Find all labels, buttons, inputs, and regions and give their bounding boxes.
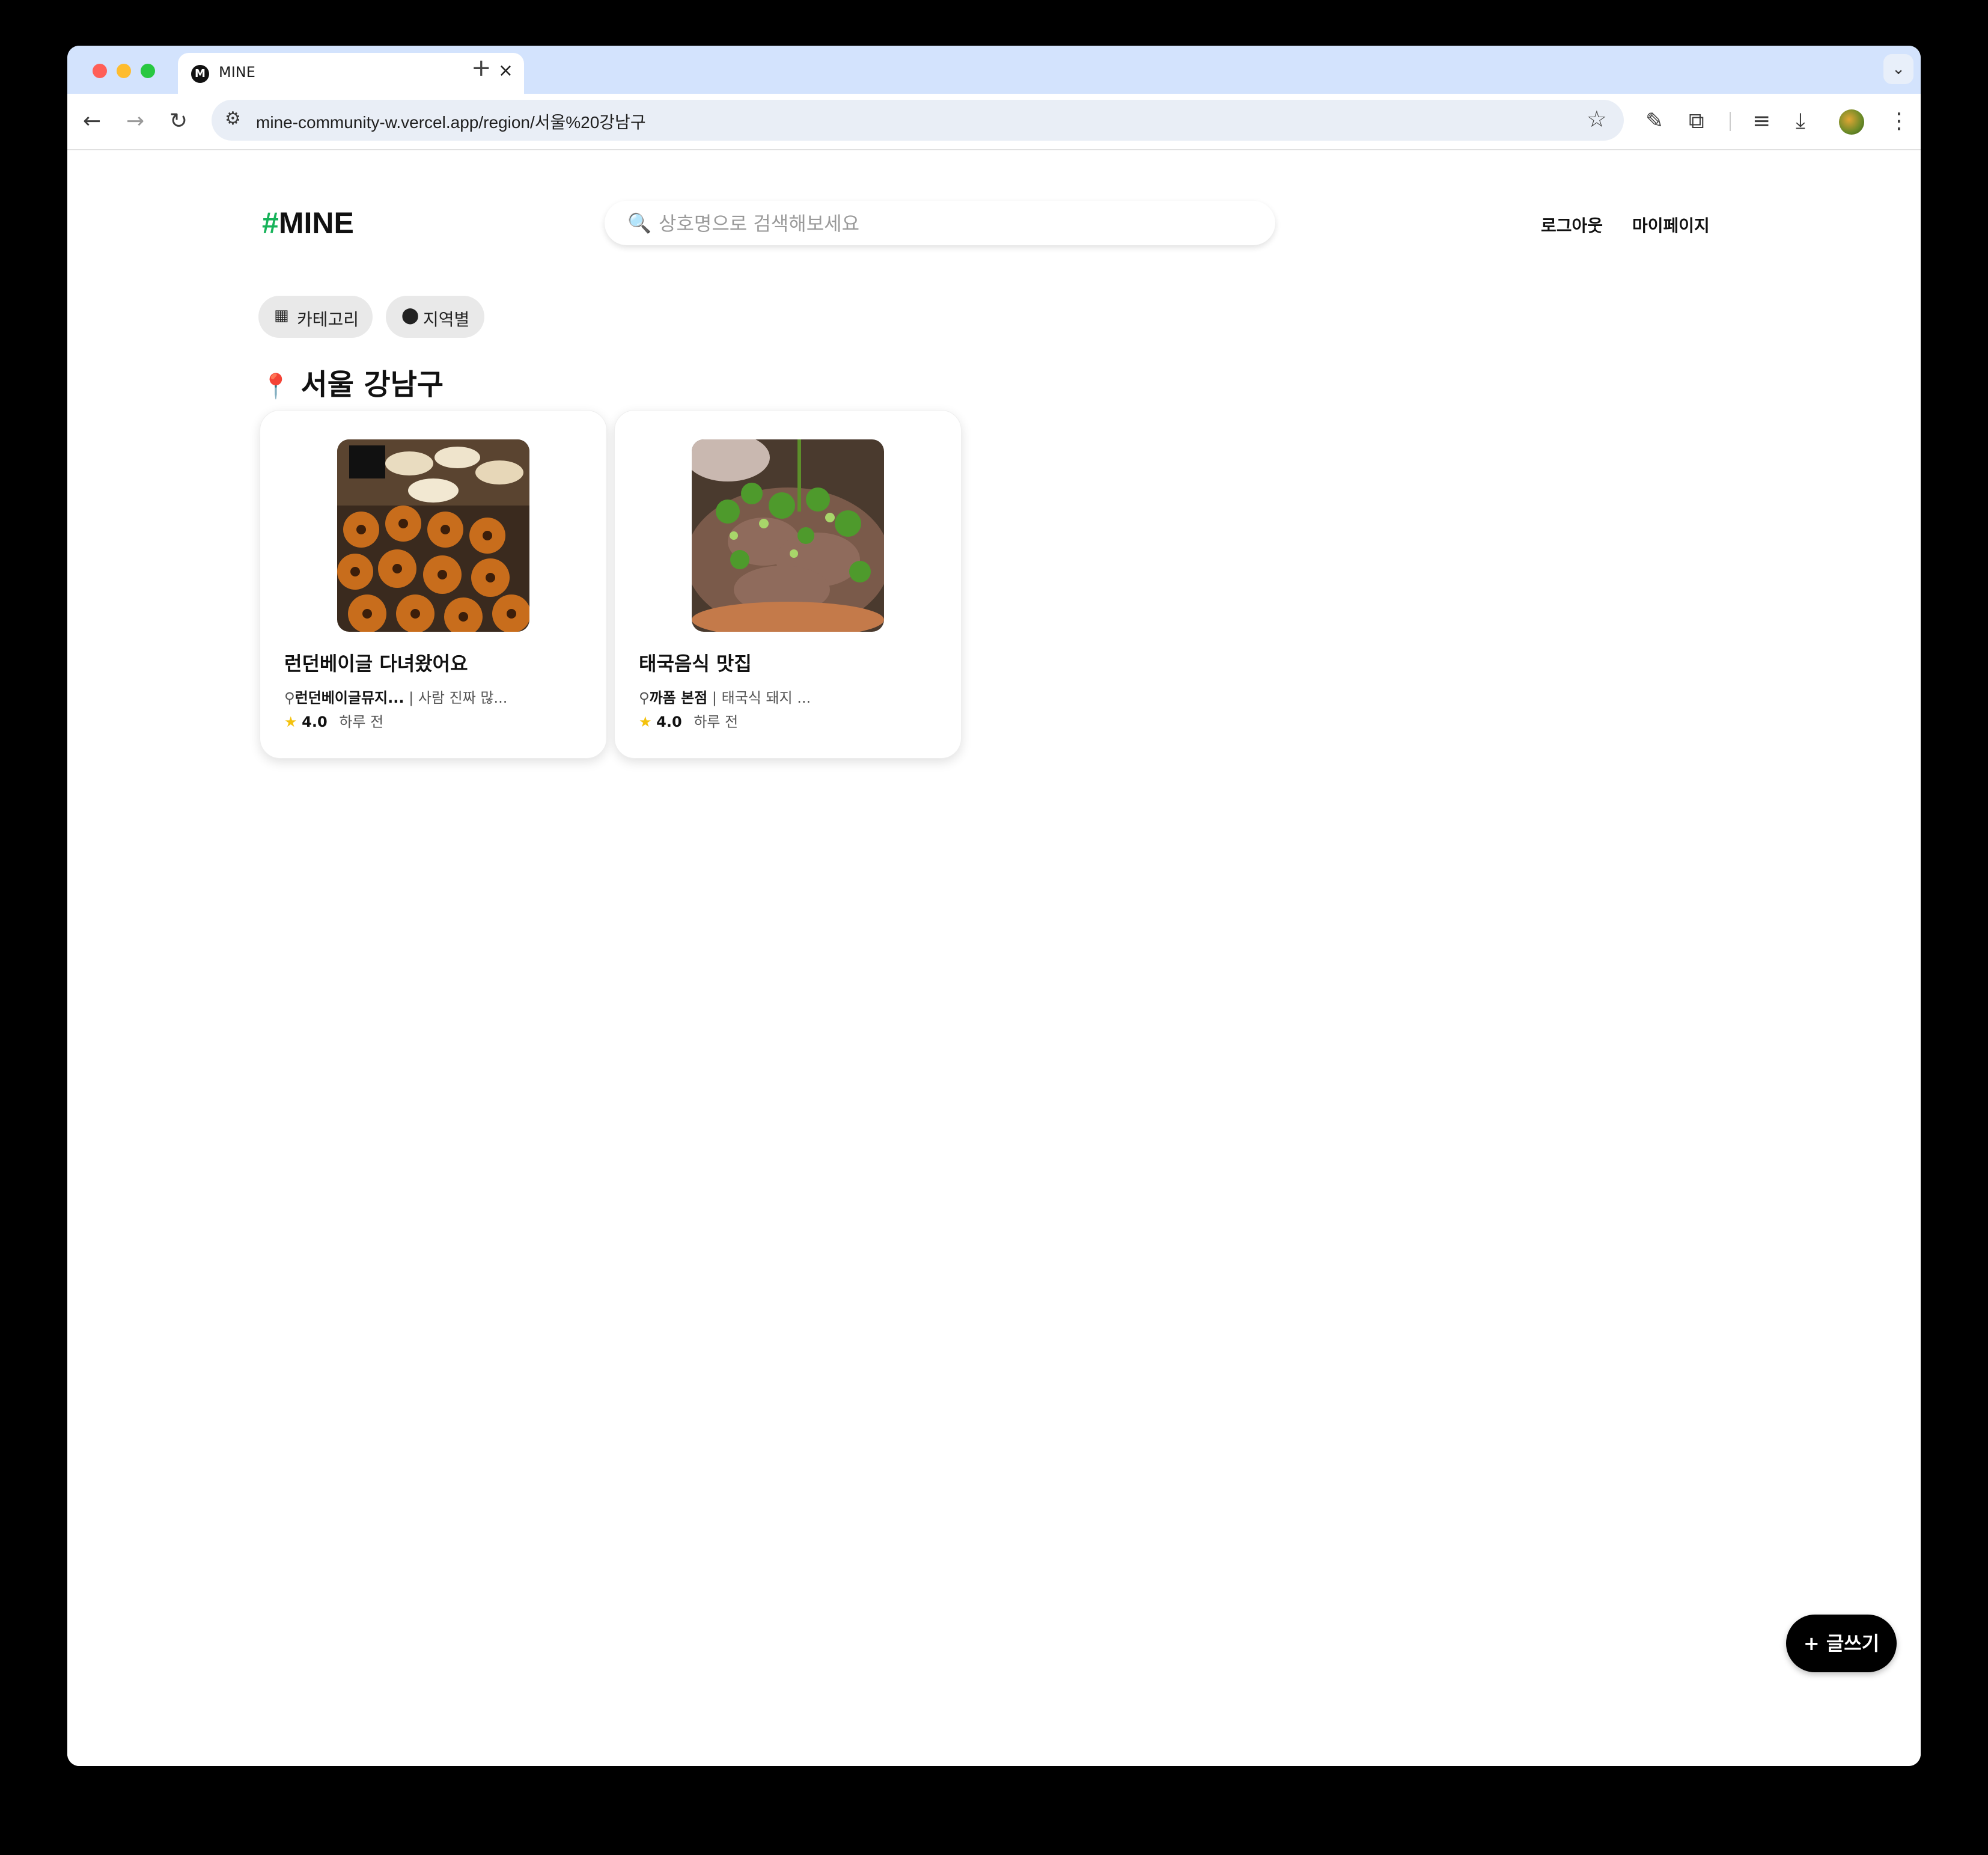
tab-title: MINE xyxy=(219,64,255,81)
star-icon: ★ xyxy=(284,714,297,730)
region-filter-chip[interactable]: ⬤ 지역별 xyxy=(386,296,484,338)
bookmark-star-icon[interactable]: ☆ xyxy=(1587,106,1607,132)
extensions-icon[interactable]: ⧉ xyxy=(1689,107,1704,136)
post-rating-row: ★ 4.0 하루 전 xyxy=(639,710,738,731)
post-meta: ⚲런던베이글뮤지... | 사람 진짜 많... xyxy=(284,686,507,707)
logout-link[interactable]: 로그아웃 xyxy=(1541,213,1603,237)
page-content: #MINE 🔍 로그아웃 마이페이지 ▦ 카테고리 ⬤ 지역별 📍 서울 강남구 xyxy=(67,150,1921,1766)
profile-avatar[interactable] xyxy=(1839,109,1864,135)
post-place: 런던베이글뮤지... xyxy=(294,689,404,706)
location-pin-icon: ⬤ xyxy=(401,307,419,325)
post-title[interactable]: 태국음식 맛집 xyxy=(639,649,752,676)
eyedropper-icon[interactable]: ✎ xyxy=(1645,107,1663,136)
page-title: 📍 서울 강남구 xyxy=(261,361,444,403)
post-snippet: | 사람 진짜 많... xyxy=(409,689,508,706)
red-pin-icon: 📍 xyxy=(261,373,291,400)
post-time: 하루 전 xyxy=(694,714,739,730)
back-icon[interactable]: ← xyxy=(83,107,101,136)
post-place: 까폼 본점 xyxy=(649,689,708,706)
post-rating: 4.0 xyxy=(656,714,682,730)
location-pin-icon: ⚲ xyxy=(639,689,650,706)
category-filter-chip[interactable]: ▦ 카테고리 xyxy=(258,296,373,338)
post-card[interactable]: 태국음식 맛집 ⚲까폼 본점 | 태국식 돼지 ... ★ 4.0 하루 전 xyxy=(614,410,962,759)
site-settings-icon[interactable]: ⚙ xyxy=(225,108,241,129)
search-bar[interactable]: 🔍 xyxy=(605,201,1275,245)
close-window-button[interactable] xyxy=(93,64,107,78)
logo-hash: # xyxy=(262,206,279,240)
post-image-bagels[interactable] xyxy=(337,439,529,632)
more-menu-icon[interactable]: ⋮ xyxy=(1888,107,1910,136)
post-card[interactable]: 런던베이글 다녀왔어요 ⚲런던베이글뮤지... | 사람 진짜 많... ★ 4… xyxy=(260,410,607,759)
write-post-button[interactable]: + 글쓰기 xyxy=(1786,1615,1897,1672)
logo-text: MINE xyxy=(278,206,354,240)
post-image-thai-food[interactable] xyxy=(692,439,884,632)
toolbar-divider xyxy=(1730,112,1731,131)
post-title[interactable]: 런던베이글 다녀왔어요 xyxy=(284,649,468,676)
search-icon: 🔍 xyxy=(627,212,651,234)
url-text[interactable]: mine-community-w.vercel.app/region/서울%20… xyxy=(256,109,646,133)
browser-toolbar: ← → ↻ ⚙ mine-community-w.vercel.app/regi… xyxy=(67,94,1921,150)
post-time: 하루 전 xyxy=(339,714,384,730)
download-icon[interactable]: ⤓ xyxy=(1796,107,1805,136)
tab-search-chevron-icon[interactable]: ⌄ xyxy=(1883,54,1913,84)
browser-window: M MINE × + ⌄ ← → ↻ ⚙ mine-community-w.ve… xyxy=(67,46,1921,1766)
post-snippet: | 태국식 돼지 ... xyxy=(712,689,811,706)
minimize-window-button[interactable] xyxy=(117,64,131,78)
post-meta: ⚲까폼 본점 | 태국식 돼지 ... xyxy=(639,686,811,707)
new-tab-icon[interactable]: + xyxy=(471,54,492,82)
post-rating: 4.0 xyxy=(302,714,328,730)
address-bar[interactable]: ⚙ mine-community-w.vercel.app/region/서울%… xyxy=(212,100,1624,141)
tab-strip: M MINE × + ⌄ xyxy=(67,46,1921,94)
reload-icon[interactable]: ↻ xyxy=(169,107,188,136)
star-icon: ★ xyxy=(639,714,652,730)
forward-icon[interactable]: → xyxy=(126,107,144,136)
post-rating-row: ★ 4.0 하루 전 xyxy=(284,710,383,731)
search-input[interactable] xyxy=(657,208,1249,239)
tab-favicon-icon: M xyxy=(191,65,209,83)
grid-icon: ▦ xyxy=(274,307,289,325)
region-chip-label: 지역별 xyxy=(423,310,470,329)
tab-close-icon[interactable]: × xyxy=(498,60,513,81)
maximize-window-button[interactable] xyxy=(141,64,155,78)
site-logo[interactable]: #MINE xyxy=(262,206,354,240)
location-pin-icon: ⚲ xyxy=(284,689,295,706)
category-chip-label: 카테고리 xyxy=(297,310,359,329)
media-playlist-icon[interactable]: ≡ xyxy=(1752,107,1770,136)
region-title-text: 서울 강남구 xyxy=(300,368,444,402)
mypage-link[interactable]: 마이페이지 xyxy=(1632,213,1710,237)
